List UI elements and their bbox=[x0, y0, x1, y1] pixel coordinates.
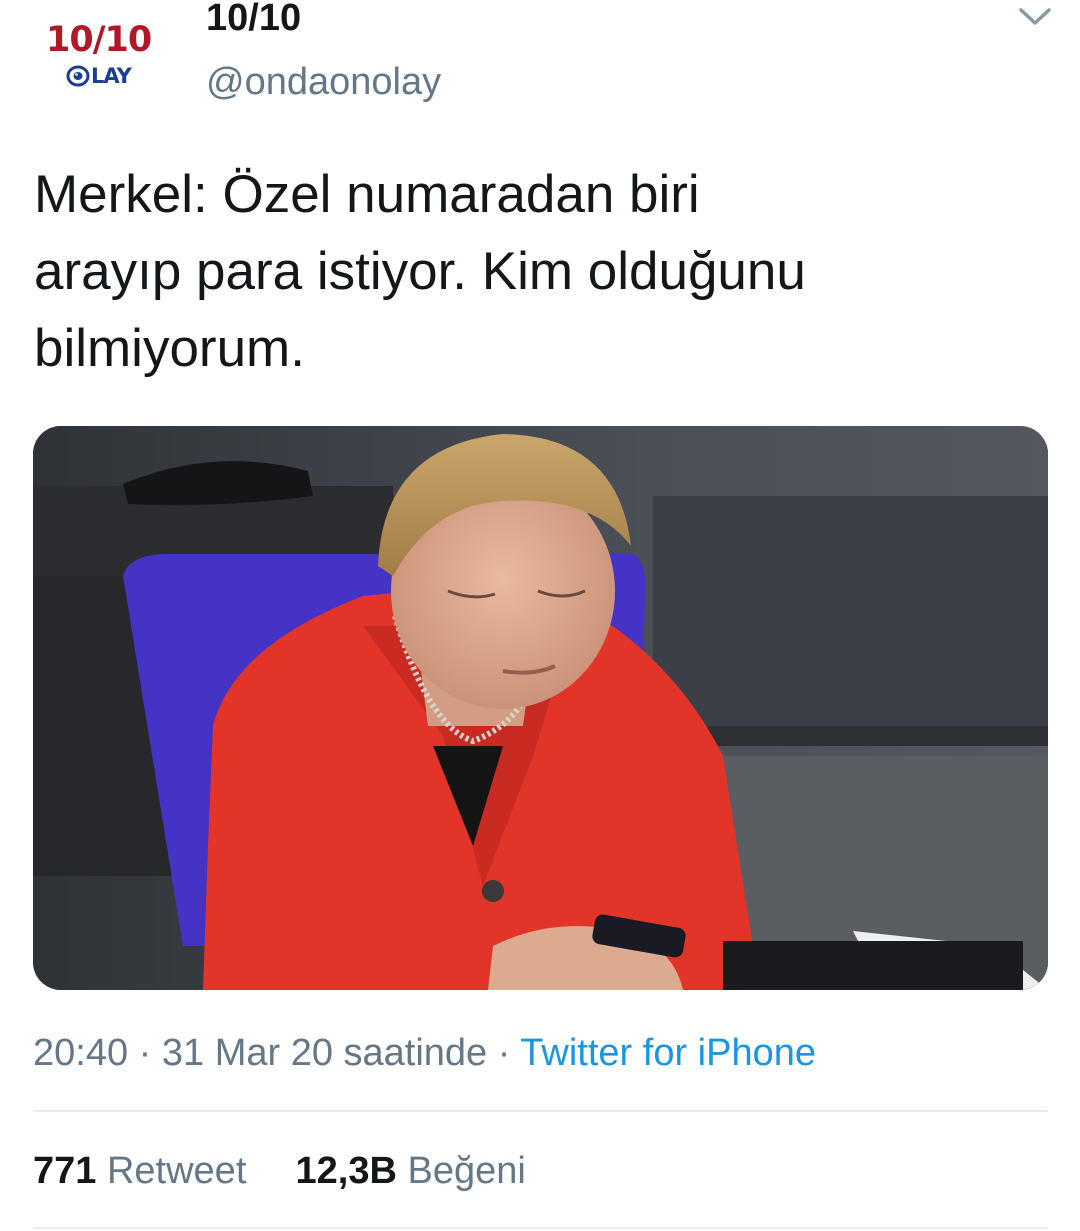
avatar[interactable]: 10/10 LAY bbox=[36, 14, 170, 98]
tweet-stats: 771 Retweet 12,3B Beğeni bbox=[33, 1148, 526, 1194]
display-name[interactable]: 10/10 bbox=[206, 0, 301, 40]
chevron-down-icon bbox=[1019, 8, 1051, 25]
tweet-date[interactable]: 31 Mar 20 saatinde bbox=[162, 1032, 487, 1074]
avatar-logo-bottom-text: LAY bbox=[91, 64, 132, 88]
photo-illustration bbox=[33, 426, 1048, 990]
likes-label: Beğeni bbox=[407, 1150, 526, 1192]
likes-stat[interactable]: 12,3B Beğeni bbox=[296, 1150, 526, 1192]
tweet-menu-button[interactable] bbox=[1014, 0, 1056, 32]
retweets-count: 771 bbox=[33, 1150, 97, 1192]
avatar-logo-top: 10/10 bbox=[46, 20, 152, 60]
avatar-logo-bottom: LAY bbox=[66, 64, 132, 88]
tweet-photo[interactable] bbox=[33, 426, 1048, 990]
user-handle[interactable]: @ondaonolay bbox=[206, 60, 441, 104]
retweets-stat[interactable]: 771 Retweet bbox=[33, 1150, 257, 1192]
retweets-label: Retweet bbox=[106, 1150, 247, 1192]
logo-o-icon bbox=[66, 65, 90, 87]
divider bbox=[33, 1227, 1048, 1229]
tweet-source-link[interactable]: Twitter for iPhone bbox=[520, 1032, 816, 1074]
divider bbox=[33, 1110, 1048, 1112]
meta-separator: · bbox=[138, 1032, 152, 1074]
tweet-meta: 20:40 · 31 Mar 20 saatinde · Twitter for… bbox=[33, 1030, 816, 1076]
tweet-time[interactable]: 20:40 bbox=[33, 1032, 128, 1074]
tweet-text: Merkel: Özel numaradan biri arayıp para … bbox=[34, 165, 806, 378]
likes-count: 12,3B bbox=[295, 1150, 397, 1192]
meta-separator: · bbox=[497, 1032, 511, 1074]
tweet-header: 10/10 LAY 10/10 @ondaonolay bbox=[0, 0, 1080, 130]
